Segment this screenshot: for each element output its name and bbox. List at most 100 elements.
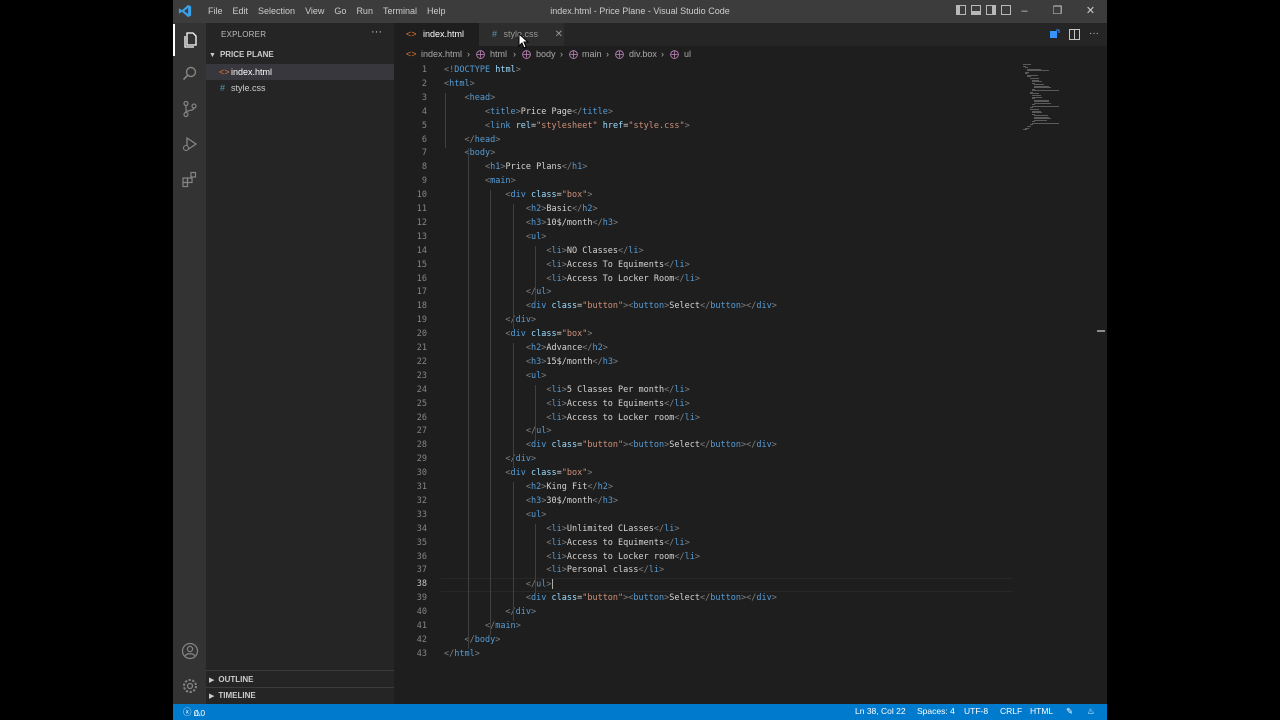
indent-guide [445, 92, 446, 149]
source-control-icon[interactable] [173, 93, 206, 125]
code-line: <li>Access To Locker Room</li> [546, 273, 700, 284]
menu-file[interactable]: File [203, 0, 228, 23]
more-actions-icon[interactable]: ··· [1089, 29, 1099, 40]
indent-guide [512, 343, 514, 469]
open-preview-icon[interactable] [1049, 29, 1060, 40]
indent-guide [512, 204, 514, 330]
extensions-icon[interactable] [173, 163, 206, 195]
code-line: <li>NO Classes</li> [546, 245, 644, 256]
line-number: 37 [416, 565, 427, 576]
file-name: index.html [231, 67, 273, 77]
menu-view[interactable]: View [300, 0, 329, 23]
tab-label: index.html [423, 29, 465, 39]
line-number: 30 [416, 468, 427, 479]
notifications-bell-icon[interactable]: ♨ [1087, 706, 1095, 717]
folder-name: PRICE PLANE [219, 50, 274, 59]
minimap-line [1023, 129, 1027, 131]
code-line: <div class="button"><button>Select</butt… [525, 301, 777, 312]
timeline-section[interactable]: ▶ TIMELINE [209, 691, 256, 700]
manage-gear-icon[interactable] [173, 670, 206, 702]
toggle-panel-icon[interactable] [971, 5, 981, 15]
toggle-secondary-sidebar-icon[interactable] [986, 5, 996, 15]
minimap[interactable] [1023, 64, 1083, 134]
search-icon[interactable] [173, 58, 206, 90]
timeline-label: TIMELINE [218, 691, 256, 700]
code-editor[interactable]: 1 <!DOCTYPE html> 2 <html> 3 <head> 4 <title>… [394, 64, 1107, 704]
html-file-icon: <> [219, 67, 230, 77]
menu-run[interactable]: Run [351, 0, 378, 23]
code-line: <div class="button"><button>Select</butt… [525, 593, 777, 604]
more-actions-icon[interactable]: ··· [371, 26, 382, 38]
menu-go[interactable]: Go [329, 0, 351, 23]
run-debug-icon[interactable] [173, 128, 206, 160]
menu-terminal[interactable]: Terminal [378, 0, 422, 23]
element-icon: ⨁ [522, 49, 531, 59]
indent-guide [535, 384, 537, 441]
tab-index-html[interactable]: <> index.html ✕ [394, 23, 479, 63]
status-bar: ⓧ 0 △ 0 Ln 38, Col 22 Spaces: 4 UTF-8 CR… [173, 704, 1107, 720]
breadcrumb-item[interactable]: ul [684, 49, 691, 59]
scrollbar-marker [1097, 330, 1105, 332]
problems-indicator[interactable]: ⓧ 0 △ 0 [183, 706, 205, 718]
line-ending[interactable]: CRLF [1000, 706, 1022, 716]
code-line: </head> [464, 134, 501, 145]
breadcrumb-item[interactable]: main [582, 49, 602, 59]
minimap-line [1034, 102, 1051, 104]
breadcrumb-item[interactable]: div.box [629, 49, 657, 59]
error-count: 0 [193, 708, 199, 718]
code-line: <title>Price Page</title> [484, 106, 613, 117]
line-number: 38 [416, 579, 427, 590]
folder-header[interactable]: ▼ PRICE PLANE [209, 50, 274, 59]
breadcrumb-item[interactable]: body [536, 49, 556, 59]
code-line: </main> [485, 621, 521, 631]
file-item-style-css[interactable]: # style.css [206, 80, 394, 96]
line-number: 43 [416, 648, 427, 659]
line-number: 39 [416, 593, 427, 604]
language-mode[interactable]: HTML [1030, 706, 1053, 716]
text-caret [551, 579, 553, 590]
element-icon: ⨁ [670, 49, 679, 59]
code-line: <ul> [525, 370, 547, 381]
code-line: <h3>10$/month</h3> [525, 217, 619, 228]
close-tab-icon[interactable]: ✕ [555, 29, 563, 40]
menu-edit[interactable]: Edit [228, 0, 254, 23]
encoding[interactable]: UTF-8 [964, 706, 988, 716]
line-number: 10 [416, 190, 427, 201]
code-line: <div class="button"><button>Select</butt… [525, 440, 777, 451]
split-editor-icon[interactable] [1069, 29, 1080, 40]
chevron-right-icon: › [661, 49, 664, 59]
vscode-logo-icon [178, 4, 192, 18]
minimize-icon[interactable]: – [1008, 0, 1041, 23]
close-window-icon[interactable]: ✕ [1074, 0, 1107, 23]
warning-count: 0 [200, 708, 206, 718]
accounts-icon[interactable] [173, 635, 206, 667]
breadcrumb-item[interactable]: index.html [421, 49, 462, 59]
code-line: <head> [464, 92, 496, 103]
outline-section[interactable]: ▶ OUTLINE [209, 675, 254, 684]
indent-guide [512, 482, 514, 621]
breadcrumb-item[interactable]: html [490, 49, 507, 59]
code-line: <body> [464, 148, 496, 159]
line-number: 35 [416, 537, 427, 548]
chevron-right-icon: ▶ [209, 693, 215, 700]
line-number: 14 [416, 245, 427, 256]
line-number: 11 [416, 204, 427, 214]
file-item-index-html[interactable]: <> index.html [206, 64, 394, 80]
feedback-icon[interactable]: ✎ [1066, 706, 1073, 717]
line-number: 3 [421, 92, 427, 103]
cursor-position[interactable]: Ln 38, Col 22 [855, 706, 906, 716]
code-line: <div class="box"> [505, 190, 593, 201]
element-icon: ⨁ [569, 49, 578, 59]
line-number: 23 [416, 370, 427, 381]
file-name: style.css [231, 83, 266, 93]
menu-selection[interactable]: Selection [253, 0, 300, 23]
code-line: <!DOCTYPE html> [444, 65, 521, 75]
toggle-sidebar-icon[interactable] [956, 5, 966, 15]
explorer-icon[interactable] [173, 24, 206, 56]
indentation[interactable]: Spaces: 4 [917, 706, 955, 716]
menu-help[interactable]: Help [422, 0, 451, 23]
code-line: <h1>Price Plans</h1> [484, 162, 588, 173]
restore-icon[interactable]: ❐ [1041, 0, 1074, 23]
indent-guide [467, 148, 469, 649]
code-line: </html> [444, 648, 480, 659]
